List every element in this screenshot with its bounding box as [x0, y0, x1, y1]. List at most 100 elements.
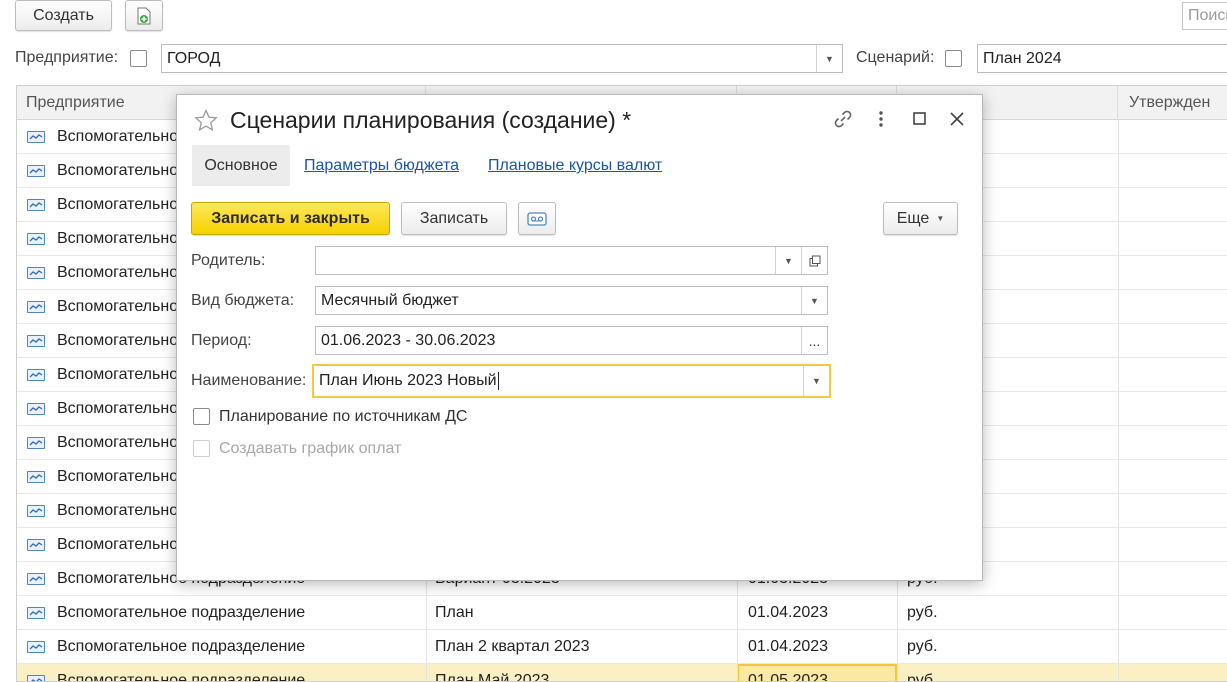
column-separator [897, 596, 898, 629]
budget-scenario-icon [27, 641, 45, 653]
sources-planning-checkbox[interactable] [193, 408, 210, 425]
enterprise-dropdown-button[interactable]: ▼ [816, 45, 842, 72]
enterprise-filter-field[interactable]: ГОРОД ▼ [161, 44, 843, 73]
budget-type-dropdown-button[interactable]: ▼ [801, 287, 827, 314]
budget-scenario-icon [27, 403, 45, 415]
scenario-filter-field[interactable]: План 2024 [977, 44, 1227, 73]
column-separator [1118, 290, 1119, 323]
table-row[interactable]: Вспомогательное подразделение План 01.04.2… [17, 596, 1227, 630]
cell-date: 01.04.2023 [748, 637, 829, 655]
column-separator [1118, 358, 1119, 391]
table-row[interactable]: Вспомогательное подразделение План 2 квар… [17, 630, 1227, 664]
budget-scenario-icon [27, 437, 45, 449]
name-value: План Июнь 2023 Новый [319, 372, 497, 389]
save-button-label: Записать [419, 209, 489, 227]
chevron-down-icon: ▼ [812, 376, 821, 386]
parent-label: Родитель: [191, 252, 266, 269]
column-header-label: Утвержден [1129, 94, 1211, 111]
star-icon[interactable] [194, 109, 218, 131]
scenario-create-dialog: Сценарии планирования (создание) * Основ… [176, 94, 983, 581]
budget-scenario-icon [27, 131, 45, 143]
budget-scenario-icon [27, 675, 45, 681]
column-separator [737, 596, 738, 629]
more-vertical-icon[interactable] [873, 108, 889, 130]
parent-field[interactable]: ▼ [315, 246, 828, 275]
scenario-filter-label: Сценарий: [856, 49, 935, 66]
budget-scenario-icon [27, 369, 45, 381]
parent-dropdown-button[interactable]: ▼ [775, 247, 801, 274]
column-separator [1118, 426, 1119, 459]
budget-scenario-icon [27, 335, 45, 347]
cell-date: 01.04.2023 [748, 603, 829, 621]
column-separator [1118, 664, 1119, 681]
link-icon[interactable] [832, 108, 854, 130]
cell-scenario: План [435, 603, 474, 621]
budget-scenario-icon [27, 607, 45, 619]
cell-date: 01.05.2023 [748, 671, 829, 682]
add-file-button[interactable] [125, 0, 163, 31]
cassette-icon [527, 211, 547, 226]
column-separator [426, 630, 427, 663]
column-separator [1118, 494, 1119, 527]
table-row[interactable]: Вспомогательное подразделение План Май 20… [17, 664, 1227, 682]
budget-scenario-icon [27, 267, 45, 279]
cassette-button[interactable] [518, 202, 556, 235]
column-separator [897, 664, 898, 681]
column-separator [1118, 630, 1119, 663]
create-button[interactable]: Создать [15, 0, 112, 31]
column-separator [1118, 256, 1119, 289]
cell-scenario: План 2 квартал 2023 [435, 637, 590, 655]
budget-scenario-icon [27, 301, 45, 313]
budget-type-field[interactable]: Месячный бюджет ▼ [315, 286, 828, 315]
chevron-down-icon: ▼ [784, 255, 793, 266]
search-placeholder: Поиск [1188, 7, 1227, 24]
parent-open-button[interactable] [801, 247, 827, 274]
tab-main-label: Основное [204, 156, 278, 174]
chevron-down-icon: ▼ [825, 53, 834, 64]
column-separator [1118, 562, 1119, 595]
cell-currency: руб. [907, 603, 938, 621]
chevron-down-icon: ▼ [936, 214, 945, 223]
budget-scenario-icon [27, 539, 45, 551]
cell-scenario: План Май 2023 [435, 671, 550, 682]
column-header-approved[interactable]: Утвержден [1118, 86, 1227, 120]
save-button[interactable]: Записать [401, 202, 507, 235]
period-label: Период: [191, 332, 252, 349]
budget-scenario-icon [27, 165, 45, 177]
save-and-close-label: Записать и закрыть [211, 209, 370, 227]
column-separator [1118, 460, 1119, 493]
maximize-icon[interactable] [912, 111, 928, 127]
budget-scenario-icon [27, 505, 45, 517]
open-window-icon [809, 255, 820, 266]
column-separator [426, 664, 427, 681]
tab-budget-params[interactable]: Параметры бюджета [304, 157, 459, 175]
period-field[interactable]: 01.06.2023 - 30.06.2023 ... [315, 326, 828, 355]
payment-schedule-checkbox [193, 440, 210, 457]
cell-currency: руб. [907, 671, 938, 682]
save-and-close-button[interactable]: Записать и закрыть [191, 202, 390, 235]
enterprise-filter-checkbox[interactable] [130, 50, 147, 67]
more-button-label: Еще [896, 209, 930, 227]
period-select-button[interactable]: ... [801, 327, 827, 354]
enterprise-filter-label: Предприятие: [15, 49, 119, 66]
payment-schedule-label: Создавать график оплат [219, 440, 402, 457]
column-separator [1118, 528, 1119, 561]
cell-enterprise: Вспомогательное подразделение [57, 671, 306, 682]
budget-scenario-icon [27, 199, 45, 211]
tab-main[interactable]: Основное [192, 145, 290, 186]
name-dropdown-button[interactable]: ▼ [803, 366, 829, 396]
close-icon[interactable] [949, 111, 965, 127]
text-cursor [497, 372, 499, 390]
column-separator [1118, 188, 1119, 221]
tab-planned-currency-rates[interactable]: Плановые курсы валют [488, 157, 662, 175]
add-document-icon [137, 7, 151, 24]
more-button[interactable]: Еще ▼ [883, 202, 958, 235]
scenario-filter-checkbox[interactable] [945, 50, 962, 67]
column-separator [897, 630, 898, 663]
cell-enterprise: Вспомогательное подразделение [57, 603, 306, 621]
chevron-down-icon: ▼ [810, 295, 819, 306]
cell-enterprise: Вспомогательное подразделение [57, 637, 306, 655]
search-input[interactable]: Поиск [1182, 2, 1227, 30]
dialog-title: Сценарии планирования (создание) * [230, 107, 632, 133]
name-input[interactable]: План Июнь 2023 Новый ▼ [312, 364, 831, 398]
